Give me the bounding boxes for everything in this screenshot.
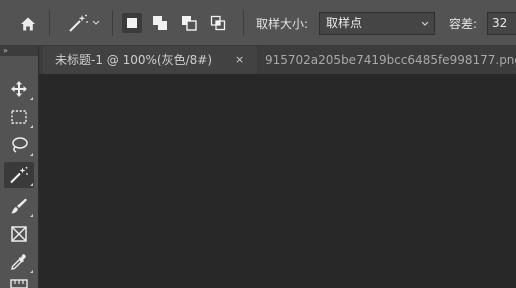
tolerance-label: 容差: [449,17,478,31]
sample-size-label: 取样大小: [256,17,309,31]
frame-icon [11,226,27,242]
document-tab-label: 未标题-1 @ 100%(灰色/8#) [55,53,212,67]
intersect-selection-button[interactable] [208,13,228,33]
tool-group-indicator [30,270,33,273]
add-to-selection-icon [153,16,167,30]
rectangular-marquee-icon [11,110,27,124]
toolbar-collapse-toggle[interactable]: » [0,46,38,56]
tool-group-indicator [30,97,33,100]
frame-tool[interactable] [4,221,34,247]
document-tab-label: 915702a205be7419bcc6485fe998177.png [265,53,516,67]
home-button[interactable] [17,13,39,35]
brush-tool[interactable] [4,193,34,219]
tool-preset-picker[interactable] [62,12,104,34]
tool-group-indicator [30,183,33,186]
tool-group-indicator [30,153,33,156]
eyedropper-tool[interactable] [4,249,34,275]
sample-size-value: 取样点 [326,16,363,30]
document-tab[interactable]: 915702a205be7419bcc6485fe998177.png [261,46,516,74]
document-tab-bar: 未标题-1 @ 100%(灰色/8#) × 915702a205be7419bc… [39,46,516,74]
lasso-icon [12,137,28,153]
move-icon [11,81,27,97]
separator [49,10,50,36]
tool-group-indicator [30,125,33,128]
intersect-selection-icon [210,15,226,31]
ruler-icon [10,279,28,288]
new-selection-icon [127,18,137,28]
ruler-tool[interactable] [4,277,34,288]
document-tab-active[interactable]: 未标题-1 @ 100%(灰色/8#) × [43,46,257,74]
add-to-selection-button[interactable] [150,13,170,33]
tolerance-input[interactable]: 32 [487,12,516,35]
close-icon[interactable]: × [235,46,244,74]
lasso-tool[interactable] [4,132,34,158]
magic-wand-icon [68,14,88,32]
subtract-from-selection-button[interactable] [179,13,199,33]
rectangular-marquee-tool[interactable] [4,104,34,130]
tools-panel: » [0,46,39,288]
options-bar: 取样大小: 取样点 容差: 32 [0,0,516,46]
brush-icon [11,198,27,214]
new-selection-button[interactable] [122,13,142,33]
chevron-down-icon [421,13,429,43]
separator [112,10,113,36]
sample-size-dropdown[interactable]: 取样点 [319,12,435,35]
tool-group-indicator [30,214,33,217]
separator [243,10,244,36]
magic-wand-tool[interactable] [4,162,34,188]
subtract-from-selection-icon [182,16,197,31]
magic-wand-icon [10,166,28,184]
chevron-down-icon [92,20,99,25]
canvas-area[interactable] [39,74,516,288]
eyedropper-icon [11,254,26,270]
move-tool[interactable] [4,76,34,102]
home-icon [21,17,35,31]
